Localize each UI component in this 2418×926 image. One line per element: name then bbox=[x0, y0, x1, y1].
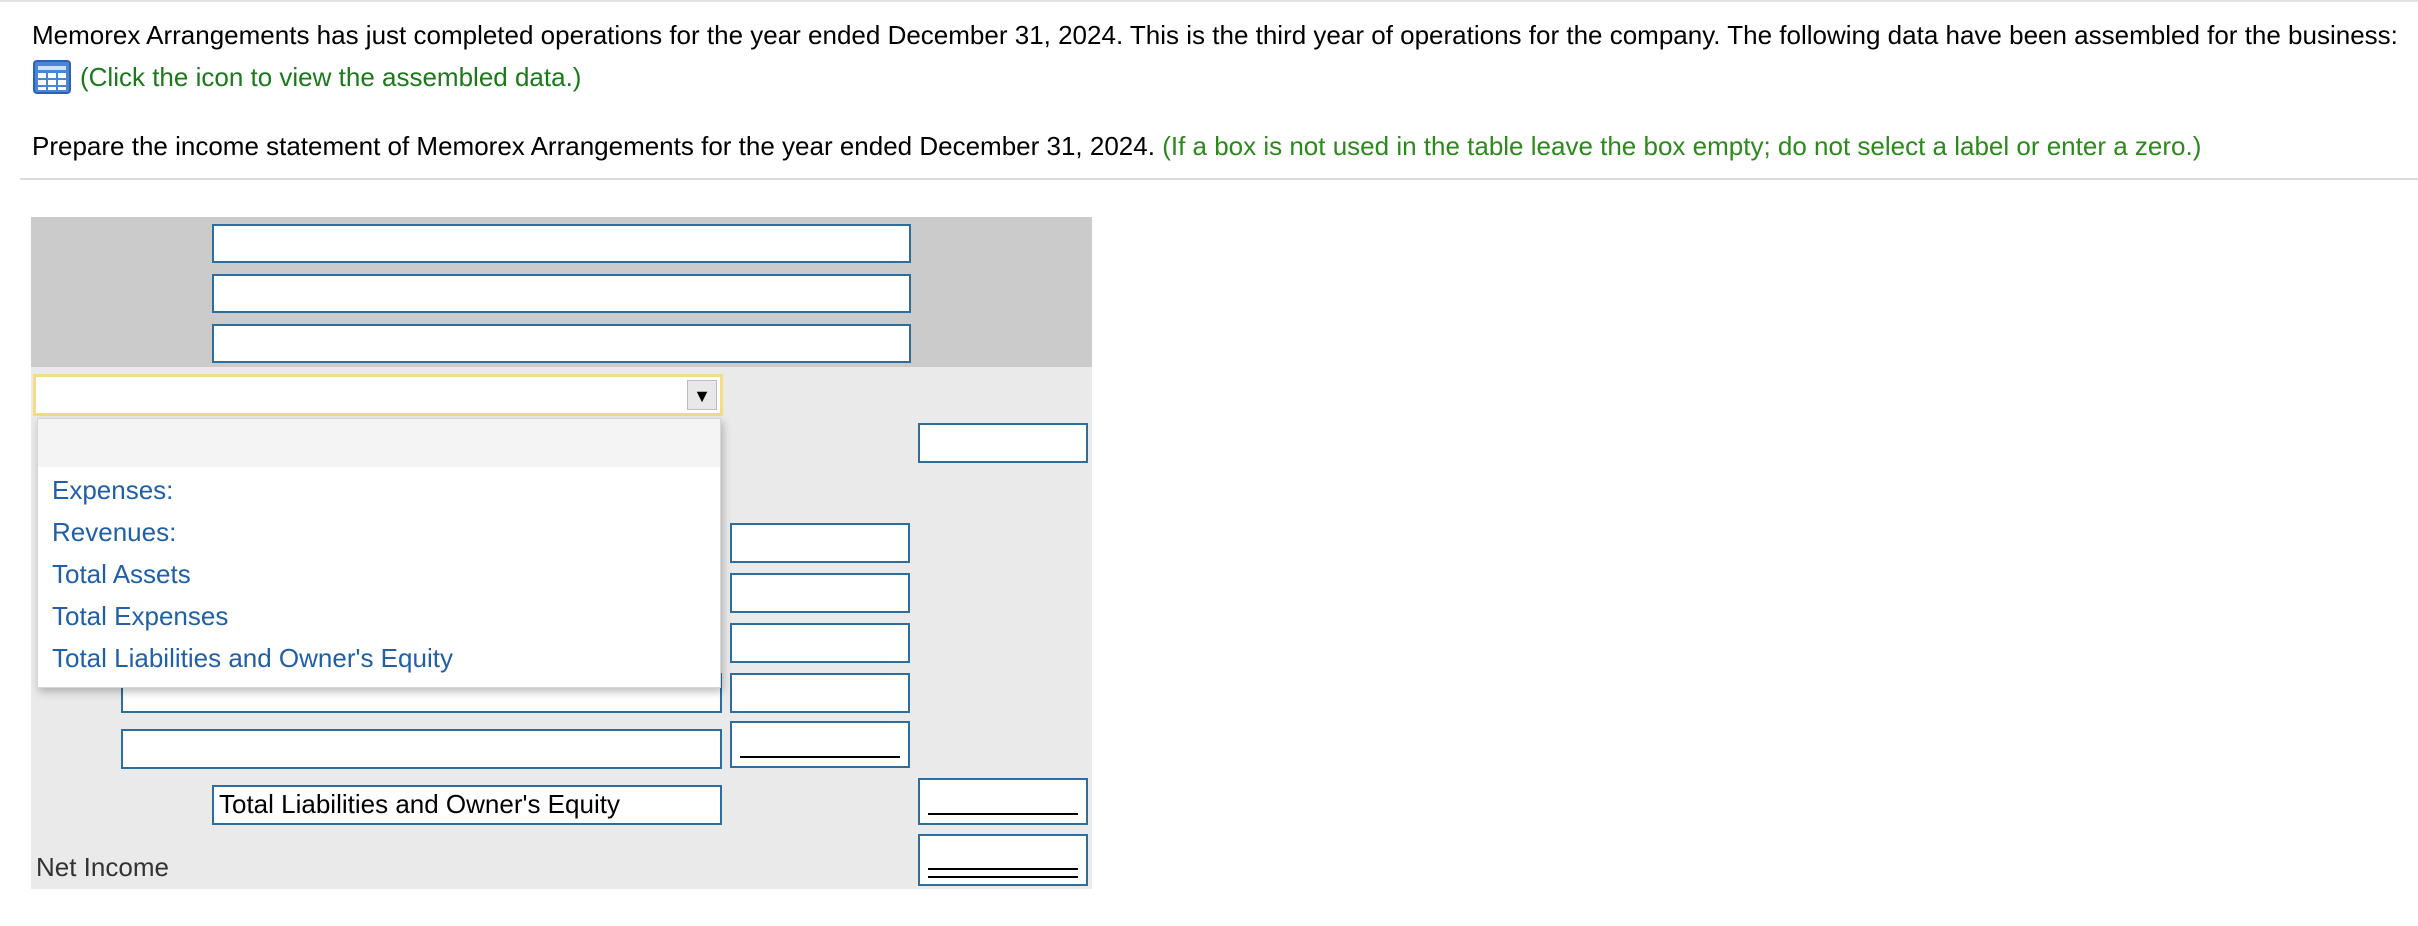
net-income-amount-input[interactable] bbox=[918, 834, 1088, 886]
expense-amount-input-5[interactable] bbox=[730, 721, 910, 768]
statement-title-input[interactable] bbox=[212, 274, 911, 313]
table-grid-icon[interactable] bbox=[33, 60, 71, 94]
view-data-link-text[interactable]: (Click the icon to view the assembled da… bbox=[80, 62, 581, 93]
dropdown-option-expenses[interactable]: Expenses: bbox=[52, 475, 173, 506]
expense-amount-input-1[interactable] bbox=[730, 523, 910, 563]
total-label-text: Total Liabilities and Owner's Equity bbox=[219, 789, 620, 819]
dropdown-option-total-liabilities-equity[interactable]: Total Liabilities and Owner's Equity bbox=[52, 643, 453, 674]
total-label-field[interactable]: Total Liabilities and Owner's Equity bbox=[212, 785, 722, 825]
company-name-input[interactable] bbox=[212, 224, 911, 263]
top-divider bbox=[0, 0, 2418, 2]
statement-date-input[interactable] bbox=[212, 324, 911, 363]
expense-amount-input-2[interactable] bbox=[730, 573, 910, 613]
dropdown-option-total-assets[interactable]: Total Assets bbox=[52, 559, 191, 590]
expense-amount-input-3[interactable] bbox=[730, 623, 910, 663]
revenue-amount-input[interactable] bbox=[918, 423, 1088, 463]
expense-label-input-5[interactable] bbox=[121, 729, 722, 769]
dropdown-arrow-icon[interactable]: ▼ bbox=[687, 380, 717, 410]
account-label-dropdown[interactable]: ▼ bbox=[33, 374, 723, 416]
view-data-link[interactable]: (Click the icon to view the assembled da… bbox=[33, 60, 581, 94]
instruction: Prepare the income statement of Memorex … bbox=[32, 131, 2201, 162]
dropdown-menu: Expenses: Revenues: Total Assets Total E… bbox=[37, 418, 721, 688]
dropdown-option-revenues[interactable]: Revenues: bbox=[52, 517, 176, 548]
instruction-note: (If a box is not used in the table leave… bbox=[1162, 131, 2202, 161]
total-amount-input[interactable] bbox=[918, 778, 1088, 825]
problem-statement: Memorex Arrangements has just completed … bbox=[32, 20, 2398, 50]
net-income-label: Net Income bbox=[36, 852, 169, 882]
expense-amount-input-4[interactable] bbox=[730, 673, 910, 713]
dropdown-option-total-expenses[interactable]: Total Expenses bbox=[52, 601, 228, 632]
dropdown-option-blank[interactable] bbox=[38, 419, 720, 467]
section-divider bbox=[20, 178, 2418, 180]
instruction-text: Prepare the income statement of Memorex … bbox=[32, 131, 1155, 161]
